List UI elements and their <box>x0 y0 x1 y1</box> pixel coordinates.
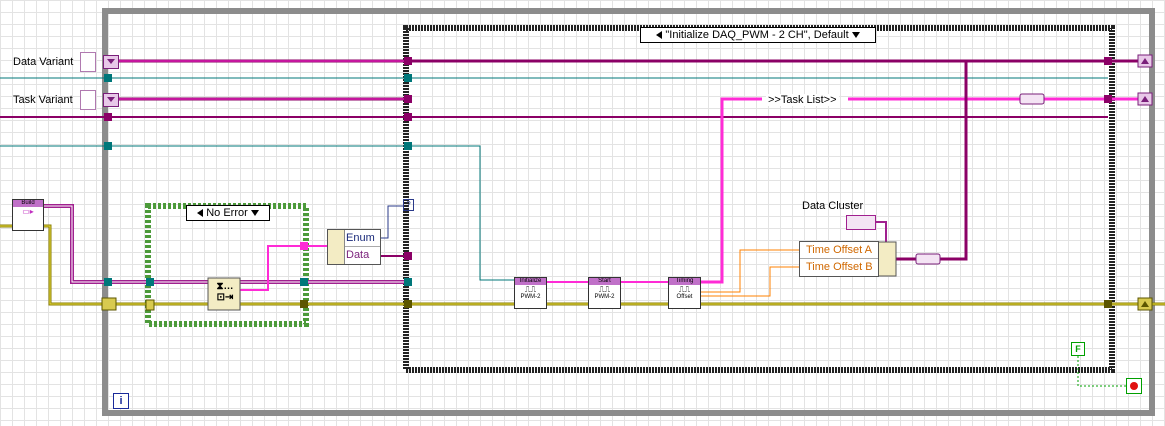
dropdown-icon <box>851 32 860 38</box>
daq-node-caption: PWM-2 <box>520 294 541 300</box>
stop-condition-terminal[interactable] <box>1126 378 1142 394</box>
error-subvi-icon[interactable]: ⧗… ⊡⇥ <box>211 281 239 303</box>
time-offset-a: Time Offset A <box>800 242 878 259</box>
unbundle-row-enum: Enum <box>340 230 380 247</box>
main-case-label: "Initialize DAQ_PWM - 2 CH", Default <box>665 29 849 41</box>
unbundle-row-data: Data <box>346 249 370 261</box>
iteration-terminal: i <box>113 393 129 409</box>
dropdown-icon <box>250 210 259 216</box>
data-variant-label: Data Variant <box>13 56 74 68</box>
question-icon: ? <box>403 199 414 211</box>
pulse-icon: ⎍⎍ <box>524 285 537 294</box>
error-case-selector[interactable]: No Error <box>186 205 270 221</box>
decrement-icon <box>197 209 204 217</box>
data-variant-control[interactable] <box>80 52 96 72</box>
decrement-icon <box>656 31 663 39</box>
stop-false-constant[interactable]: F <box>1071 342 1085 356</box>
daq-node-header: Timing <box>669 278 700 285</box>
stop-sign-icon <box>1130 382 1138 390</box>
main-case-selector[interactable]: "Initialize DAQ_PWM - 2 CH", Default <box>640 27 876 43</box>
time-offset-b: Time Offset B <box>806 261 873 273</box>
pulse-icon: ⎍⎍ <box>598 285 611 294</box>
task-variant-control[interactable] <box>80 90 96 110</box>
daqmx-timing-node[interactable]: Timing ⎍⎍ Offset <box>668 277 701 309</box>
block-diagram <box>0 8 1165 416</box>
case-structure-frame <box>403 25 1115 373</box>
task-list-label: >>Task List>> <box>766 94 839 106</box>
daq-node-header: Initialize <box>515 278 546 285</box>
daq-node-caption: Offset <box>676 294 693 300</box>
daq-node-caption: PWM-2 <box>594 294 615 300</box>
error-case-label: No Error <box>206 207 248 219</box>
data-cluster-constant[interactable] <box>846 215 876 230</box>
unbundle-handle <box>328 230 345 264</box>
unbundle-by-name[interactable]: Enum Data <box>327 229 381 265</box>
pulse-icon: ⎍⎍ <box>678 285 691 294</box>
build-node-icon: ▭▸ <box>22 207 34 216</box>
build-node[interactable]: Build ▭▸ <box>12 199 44 231</box>
daq-node-header: Start <box>589 278 620 285</box>
task-variant-terminal[interactable] <box>103 93 119 107</box>
daqmx-initialize-node[interactable]: Initialize ⎍⎍ PWM-2 <box>514 277 547 309</box>
bundle-by-name[interactable]: Time Offset A Time Offset B <box>799 241 879 277</box>
data-variant-terminal[interactable] <box>103 55 119 69</box>
data-cluster-label: Data Cluster <box>802 200 864 212</box>
daqmx-start-node[interactable]: Start ⎍⎍ PWM-2 <box>588 277 621 309</box>
build-node-header: Build <box>13 200 43 207</box>
task-variant-label: Task Variant <box>13 94 73 106</box>
